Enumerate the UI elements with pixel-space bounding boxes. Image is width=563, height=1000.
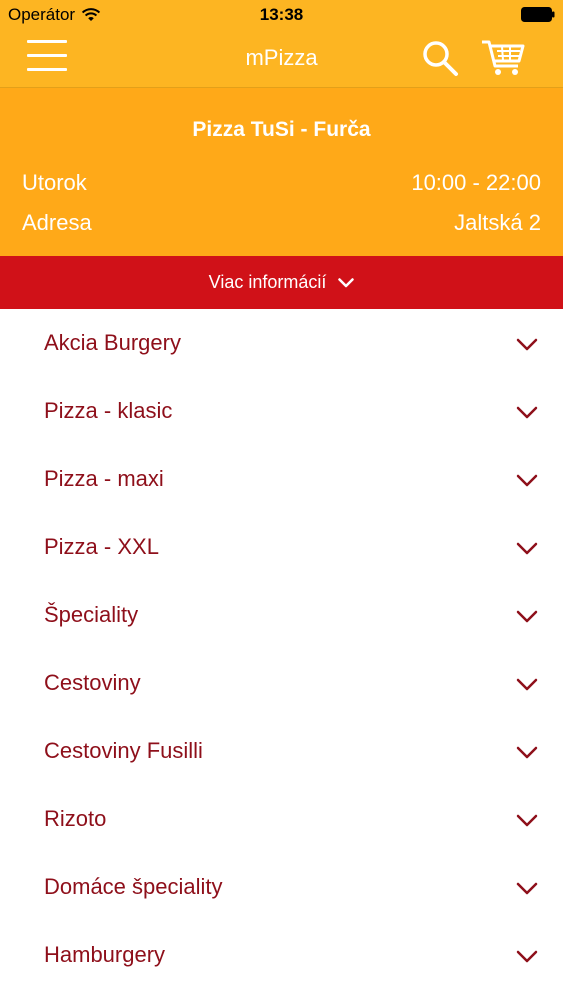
opening-hours: 10:00 - 22:00 bbox=[411, 170, 541, 195]
category-item[interactable]: Cestoviny Fusilli bbox=[0, 718, 563, 786]
category-item[interactable]: Rizoto bbox=[0, 786, 563, 854]
day-label: Utorok bbox=[22, 170, 87, 195]
category-label: Rizoto bbox=[44, 806, 107, 831]
cart-icon[interactable] bbox=[480, 38, 526, 78]
chevron-down-icon bbox=[516, 542, 538, 555]
chevron-down-icon bbox=[516, 746, 538, 759]
status-bar: Operátor 13:38 bbox=[0, 0, 563, 30]
chevron-down-icon bbox=[516, 338, 538, 351]
category-label: Domáce špeciality bbox=[44, 874, 223, 899]
chevron-down-icon bbox=[516, 678, 538, 691]
category-item[interactable]: Pizza - klasic bbox=[0, 378, 563, 446]
category-label: Pizza - klasic bbox=[44, 398, 173, 423]
address-row: Adresa Jaltská 2 bbox=[22, 210, 541, 236]
category-item[interactable]: Akcia Burgery bbox=[0, 310, 563, 378]
chevron-down-icon bbox=[516, 610, 538, 623]
category-label: Špeciality bbox=[44, 602, 139, 627]
app-title: mPizza bbox=[245, 45, 318, 70]
status-time: 13:38 bbox=[259, 5, 304, 24]
category-label: Pizza - maxi bbox=[44, 466, 164, 491]
chevron-down-icon bbox=[516, 950, 538, 963]
category-label: Hamburgery bbox=[44, 942, 166, 967]
chevron-down-icon bbox=[516, 406, 538, 419]
category-label: Pizza - XXL bbox=[44, 534, 159, 559]
category-list: Akcia Burgery Pizza - klasic Pizza - maxi P… bbox=[0, 310, 563, 990]
restaurant-name: Pizza TuSi - Furča bbox=[192, 118, 371, 141]
category-item[interactable]: Pizza - XXL bbox=[0, 514, 563, 582]
nav-bar: mPizza bbox=[0, 30, 563, 88]
category-item[interactable]: Cestoviny bbox=[0, 650, 563, 718]
chevron-down-icon bbox=[516, 814, 538, 827]
address-value: Jaltská 2 bbox=[454, 210, 541, 235]
more-info-label: Viac informácií bbox=[208, 272, 327, 292]
chevron-down-icon bbox=[338, 277, 355, 287]
category-label: Akcia Burgery bbox=[44, 330, 181, 355]
category-item[interactable]: Domáce špeciality bbox=[0, 854, 563, 922]
search-icon[interactable] bbox=[420, 38, 460, 78]
category-label: Cestoviny bbox=[44, 670, 141, 695]
address-label: Adresa bbox=[22, 210, 92, 235]
category-item[interactable]: Pizza - maxi bbox=[0, 446, 563, 514]
opening-hours-row: Utorok 10:00 - 22:00 bbox=[22, 170, 541, 196]
chevron-down-icon bbox=[516, 882, 538, 895]
category-item[interactable]: Hamburgery bbox=[0, 922, 563, 990]
restaurant-info: Pizza TuSi - Furča Utorok 10:00 - 22:00 … bbox=[0, 88, 563, 256]
category-item[interactable]: Špeciality bbox=[0, 582, 563, 650]
battery-icon bbox=[521, 7, 555, 22]
chevron-down-icon bbox=[516, 474, 538, 487]
category-label: Cestoviny Fusilli bbox=[44, 738, 203, 763]
more-info-button[interactable]: Viac informácií bbox=[0, 256, 563, 309]
